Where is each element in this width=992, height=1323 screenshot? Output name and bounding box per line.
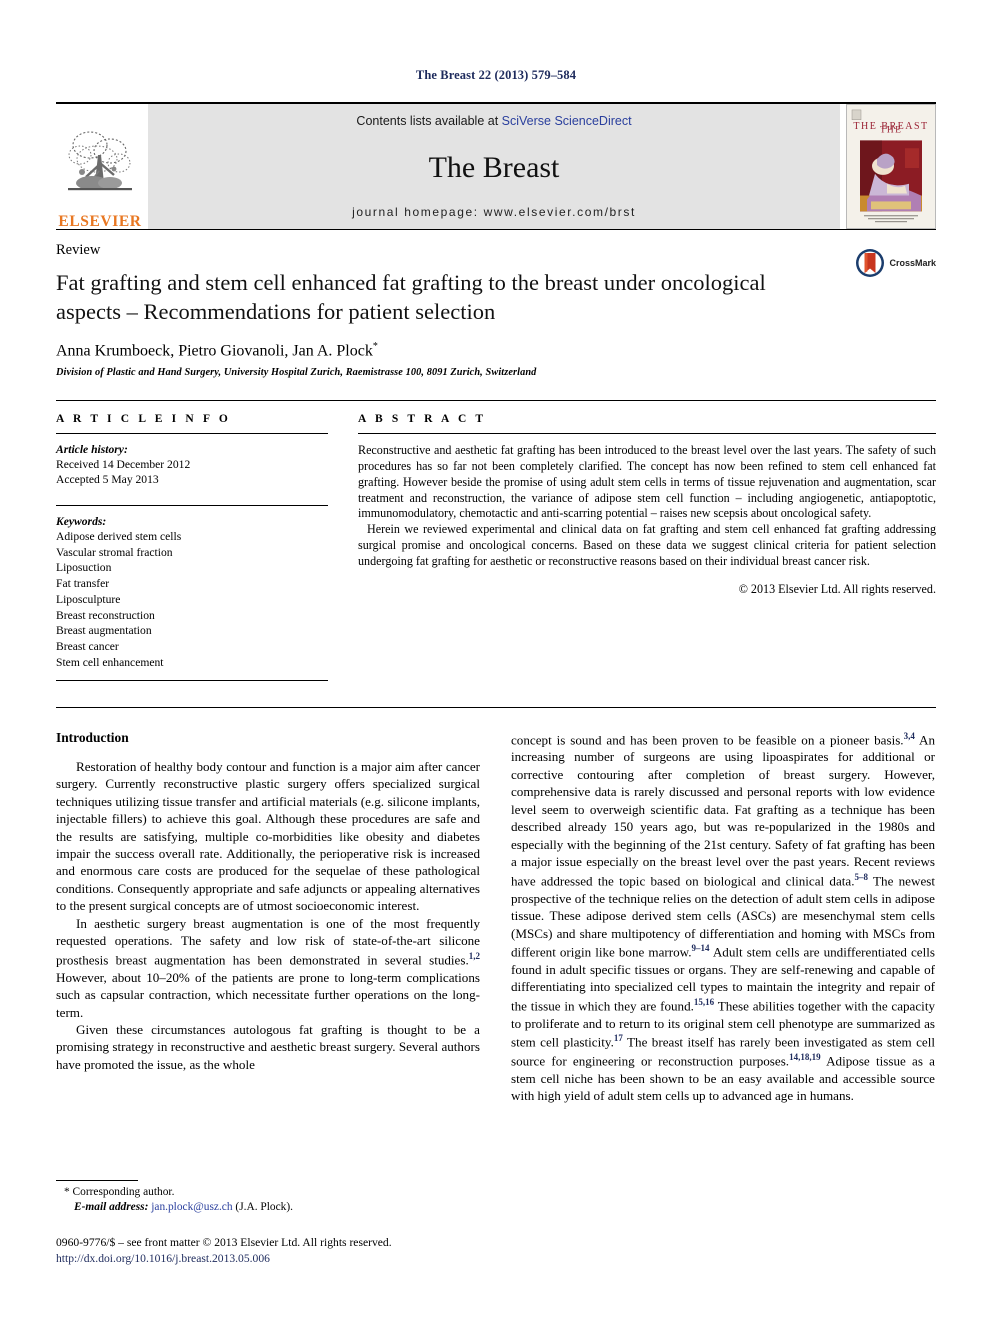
corresponding-marker: * (372, 340, 378, 352)
list-item: Stem cell enhancement (56, 655, 164, 669)
journal-title: The Breast (428, 150, 560, 184)
cover-title: THE BREAST (853, 121, 929, 132)
list-item: Breast augmentation (56, 624, 152, 638)
page-footer: * Corresponding author. E-mail address: … (56, 1179, 480, 1267)
article-info-column: A R T I C L E I N F O Article history: R… (56, 413, 328, 681)
email-label: E-mail address: (74, 1201, 149, 1214)
contents-available-line: Contents lists available at SciVerse Sci… (356, 114, 631, 128)
received-date: Received 14 December 2012 (56, 457, 191, 471)
abstract-rule (358, 432, 936, 434)
abstract-paragraph: Reconstructive and aesthetic fat graftin… (358, 442, 936, 521)
author-list: Anna Krumboeck, Pietro Giovanoli, Jan A.… (56, 341, 936, 360)
corresponding-author-note: * Corresponding author. (64, 1185, 175, 1198)
sciencedirect-link[interactable]: SciVerse ScienceDirect (502, 114, 632, 128)
list-item: Liposculpture (56, 592, 121, 606)
footnote-rule (56, 1179, 138, 1181)
list-item: Fat transfer (56, 577, 110, 591)
crossmark-icon[interactable] (855, 248, 885, 278)
journal-masthead: ELSEVIER Contents lists available at Sci… (56, 102, 936, 229)
list-item: Liposuction (56, 561, 112, 575)
body-paragraph: In aesthetic surgery breast augmentation… (56, 915, 480, 1020)
article-page: The Breast 22 (2013) 579–584 ELSEVIER Co… (0, 0, 992, 1323)
list-item: Vascular stromal fraction (56, 545, 173, 559)
affiliation: Division of Plastic and Hand Surgery, Un… (56, 366, 537, 378)
body-paragraph: concept is sound and has been proven to … (511, 730, 935, 1104)
page-title: Fat grafting and stem cell enhanced fat … (56, 270, 766, 324)
title-block: Review Fat grafting and stem cell enhanc… (56, 229, 936, 378)
accepted-date: Accepted 5 May 2013 (56, 473, 159, 487)
doi-link[interactable]: http://dx.doi.org/10.1016/j.breast.2013.… (56, 1251, 480, 1267)
elsevier-logo: ELSEVIER (56, 104, 144, 229)
email-suffix: (J.A. Plock). (235, 1201, 294, 1214)
body-section: Introduction Restoration of healthy body… (56, 706, 936, 1105)
info-rule-mid (56, 504, 328, 506)
article-info-heading: A R T I C L E I N F O (56, 412, 231, 425)
email-note: E-mail address: jan.plock@usz.ch (J.A. P… (56, 1200, 480, 1215)
elsevier-tree-icon (68, 130, 132, 190)
abstract-paragraph: Herein we reviewed experimental and clin… (358, 522, 936, 569)
abstract-column: A B S T R A C T Reconstructive and aesth… (358, 413, 936, 681)
issn-copyright: 0960-9776/$ – see front matter © 2013 El… (56, 1235, 392, 1249)
crossmark-badge[interactable]: CrossMark (855, 248, 936, 278)
info-abstract-section: A R T I C L E I N F O Article history: R… (56, 399, 936, 681)
journal-banner: Contents lists available at SciVerse Sci… (148, 104, 840, 229)
body-paragraph: Restoration of healthy body contour and … (56, 758, 480, 914)
author-names: Anna Krumboeck, Pietro Giovanoli, Jan A.… (56, 341, 373, 359)
list-item: Breast cancer (56, 640, 119, 654)
body-column-left: Introduction Restoration of healthy body… (56, 730, 480, 1105)
section-heading-introduction: Introduction (56, 729, 129, 745)
body-paragraph: Given these circumstances autologous fat… (56, 1022, 480, 1072)
keyword-list: Adipose derived stem cells Vascular stro… (56, 529, 328, 671)
keywords-label: Keywords: (56, 514, 107, 528)
journal-cover-thumbnail: THE THE BREAST (846, 104, 936, 229)
elsevier-wordmark: ELSEVIER (58, 212, 142, 230)
info-rule-bottom (56, 679, 328, 681)
copyright-line: © 2013 Elsevier Ltd. All rights reserved… (738, 582, 936, 597)
history-label: Article history: (56, 442, 128, 456)
body-column-right: concept is sound and has been proven to … (511, 730, 935, 1105)
crossmark-label: CrossMark (889, 258, 936, 268)
info-rule-top (56, 432, 328, 434)
email-link[interactable]: jan.plock@usz.ch (151, 1201, 232, 1213)
list-item: Adipose derived stem cells (56, 529, 182, 543)
contents-prefix: Contents lists available at (356, 114, 499, 128)
running-head: The Breast 22 (2013) 579–584 (415, 68, 577, 82)
list-item: Breast reconstruction (56, 608, 155, 622)
article-type: Review (56, 242, 101, 258)
imprint-block: 0960-9776/$ – see front matter © 2013 El… (56, 1235, 480, 1267)
abstract-heading: A B S T R A C T (358, 412, 487, 425)
journal-homepage[interactable]: journal homepage: www.elsevier.com/brst (352, 205, 636, 219)
